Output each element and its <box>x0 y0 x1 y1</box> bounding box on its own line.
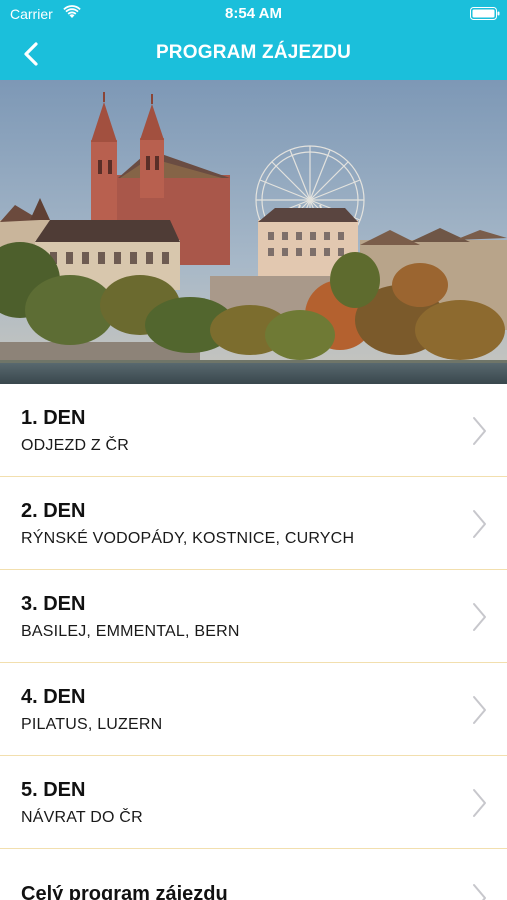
day-description: PILATUS, LUZERN <box>21 716 163 733</box>
day-title: 2. DEN <box>21 500 86 522</box>
day-title: 4. DEN <box>21 686 86 708</box>
day-description: RÝNSKÉ VODOPÁDY, KOSTNICE, CURYCH <box>21 530 355 547</box>
status-time: 8:54 AM <box>225 5 282 22</box>
chevron-right-icon <box>473 789 486 817</box>
list-item-day-5[interactable]: 5. DEN NÁVRAT DO ČR <box>0 756 507 849</box>
day-description: BASILEJ, EMMENTAL, BERN <box>21 623 240 640</box>
list-item-full-program[interactable]: Celý program zájezdu <box>0 849 507 900</box>
itinerary-list: 1. DEN ODJEZD Z ČR 2. DEN RÝNSKÉ VODOPÁD… <box>0 384 507 900</box>
list-item-day-1[interactable]: 1. DEN ODJEZD Z ČR <box>0 384 507 477</box>
navigation-bar: PROGRAM ZÁJEZDU <box>0 28 507 80</box>
day-title: 3. DEN <box>21 593 86 615</box>
day-description: NÁVRAT DO ČR <box>21 809 143 826</box>
hero-image <box>0 80 507 384</box>
list-item-day-3[interactable]: 3. DEN BASILEJ, EMMENTAL, BERN <box>0 570 507 663</box>
chevron-right-icon <box>473 696 486 724</box>
chevron-right-icon <box>473 417 486 445</box>
day-title: 1. DEN <box>21 407 86 429</box>
list-item-day-2[interactable]: 2. DEN RÝNSKÉ VODOPÁDY, KOSTNICE, CURYCH <box>0 477 507 570</box>
battery-icon <box>470 7 500 20</box>
chevron-right-icon <box>473 510 486 538</box>
day-title: 5. DEN <box>21 779 86 801</box>
chevron-right-icon <box>473 884 486 900</box>
full-program-title: Celý program zájezdu <box>21 883 228 900</box>
day-description: ODJEZD Z ČR <box>21 437 129 454</box>
list-item-day-4[interactable]: 4. DEN PILATUS, LUZERN <box>0 663 507 756</box>
chevron-right-icon <box>473 603 486 631</box>
status-bar: Carrier 8:54 AM <box>0 0 507 28</box>
page-title: PROGRAM ZÁJEZDU <box>155 42 352 63</box>
